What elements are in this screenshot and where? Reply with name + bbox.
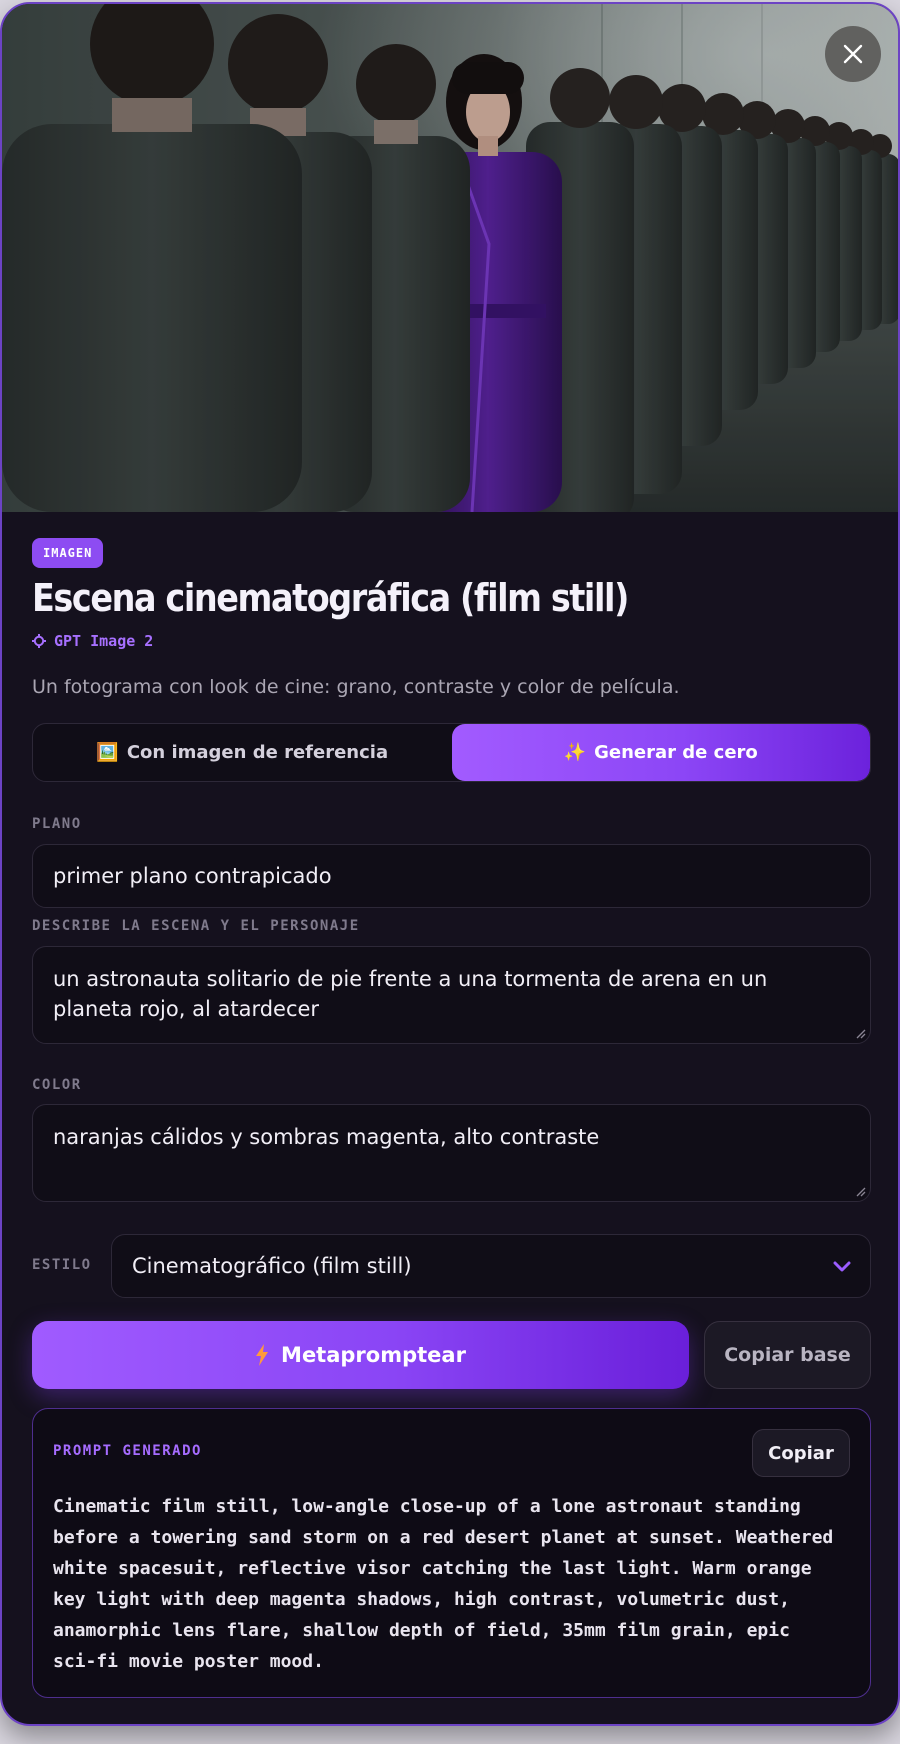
escena-label: DESCRIBE LA ESCENA Y EL PERSONAJE bbox=[32, 918, 360, 934]
tab-label: Con imagen de referencia bbox=[126, 742, 389, 763]
hero-image bbox=[2, 4, 898, 512]
plano-label: PLANO bbox=[32, 816, 82, 832]
prompt-label: PROMPT GENERADO bbox=[53, 1443, 202, 1459]
type-badge: IMAGEN bbox=[32, 538, 104, 568]
generated-prompt-panel: PROMPT GENERADO Copiar Cinematic film st… bbox=[32, 1408, 871, 1698]
lightning-icon bbox=[256, 1344, 269, 1366]
tab-label: Generar de cero bbox=[594, 742, 758, 763]
estilo-value: Cinematográfico (film still) bbox=[132, 1254, 412, 1278]
model-name: GPT Image 2 bbox=[54, 632, 154, 650]
plano-value: primer plano contrapicado bbox=[53, 864, 332, 888]
page-title: Escena cinematográfica (film still) bbox=[32, 576, 629, 620]
tab-reference-image[interactable]: 🖼️ Con imagen de referencia bbox=[33, 724, 452, 781]
model-tag: GPT Image 2 bbox=[32, 632, 153, 650]
resize-handle-icon[interactable] bbox=[854, 1027, 866, 1039]
copy-base-button[interactable]: Copiar base bbox=[704, 1321, 871, 1389]
sparkles-icon: ✨ bbox=[563, 742, 587, 763]
close-button[interactable] bbox=[825, 26, 881, 82]
mode-tabs: 🖼️ Con imagen de referencia ✨ Generar de… bbox=[32, 723, 871, 782]
description: Un fotograma con look de cine: grano, co… bbox=[32, 676, 680, 698]
prompt-text: Cinematic film still, low-angle close-up… bbox=[53, 1496, 834, 1672]
color-value: naranjas cálidos y sombras magenta, alto… bbox=[53, 1125, 600, 1149]
escena-textarea[interactable]: un astronauta solitario de pie frente a … bbox=[32, 946, 871, 1044]
modal-dialog: IMAGEN Escena cinematográfica (film stil… bbox=[0, 2, 900, 1726]
estilo-select[interactable]: Cinematográfico (film still) bbox=[111, 1234, 871, 1298]
color-label: COLOR bbox=[32, 1077, 82, 1093]
tab-generate-from-scratch[interactable]: ✨ Generar de cero bbox=[451, 724, 870, 781]
metaprompt-label: Metapromptear bbox=[281, 1343, 466, 1367]
close-icon bbox=[843, 44, 863, 64]
plano-input[interactable]: primer plano contrapicado bbox=[32, 844, 871, 908]
chevron-down-icon bbox=[833, 1261, 851, 1272]
escena-value: un astronauta solitario de pie frente a … bbox=[53, 967, 768, 1021]
color-textarea[interactable]: naranjas cálidos y sombras magenta, alto… bbox=[32, 1104, 871, 1202]
estilo-label: ESTILO bbox=[32, 1257, 92, 1273]
gear-icon bbox=[32, 634, 46, 648]
picture-icon: 🖼️ bbox=[96, 742, 119, 763]
metaprompt-button[interactable]: Metapromptear bbox=[32, 1321, 689, 1389]
copy-button[interactable]: Copiar bbox=[752, 1429, 850, 1477]
resize-handle-icon[interactable] bbox=[854, 1185, 866, 1197]
